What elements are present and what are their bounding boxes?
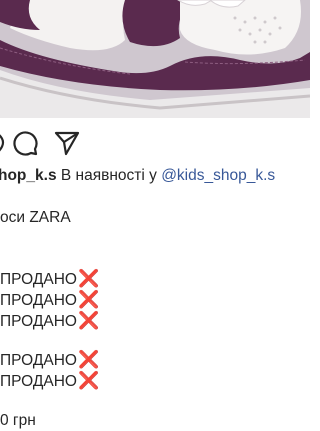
product-title: оси ZARA bbox=[0, 209, 71, 226]
share-paper-plane-icon[interactable] bbox=[52, 128, 82, 158]
post-caption: hop_k.s В наявності у @kids_shop_k.s bbox=[0, 166, 310, 186]
status-text: ПРОДАНО bbox=[0, 313, 77, 330]
cross-mark-icon: ❌ bbox=[77, 311, 100, 330]
status-line: ПРОДАНО❌ bbox=[0, 290, 310, 311]
caption-text: В наявності у bbox=[56, 167, 162, 184]
comment-bubble-icon[interactable] bbox=[10, 128, 40, 158]
status-line: ПРОДАНО❌ bbox=[0, 311, 310, 332]
cross-mark-icon: ❌ bbox=[77, 269, 100, 288]
status-line: ПРОДАНО❌ bbox=[0, 371, 310, 392]
status-text: ПРОДАНО bbox=[0, 271, 77, 288]
mention-link[interactable]: @kids_shop_k.s bbox=[161, 167, 275, 184]
post-photo[interactable] bbox=[0, 0, 310, 118]
cross-mark-icon: ❌ bbox=[77, 371, 100, 390]
post-actions bbox=[0, 128, 310, 158]
status-line: ПРОДАНО❌ bbox=[0, 269, 310, 290]
status-text: ПРОДАНО bbox=[0, 373, 77, 390]
status-text: ПРОДАНО bbox=[0, 292, 77, 309]
cross-mark-icon: ❌ bbox=[77, 350, 100, 369]
username-link[interactable]: hop_k.s bbox=[0, 167, 57, 184]
price-line: 0 грн bbox=[0, 412, 36, 429]
status-line: ПРОДАНО❌ bbox=[0, 350, 310, 371]
cross-mark-icon: ❌ bbox=[77, 290, 100, 309]
sneaker-image bbox=[0, 0, 310, 118]
status-text: ПРОДАНО bbox=[0, 352, 77, 369]
